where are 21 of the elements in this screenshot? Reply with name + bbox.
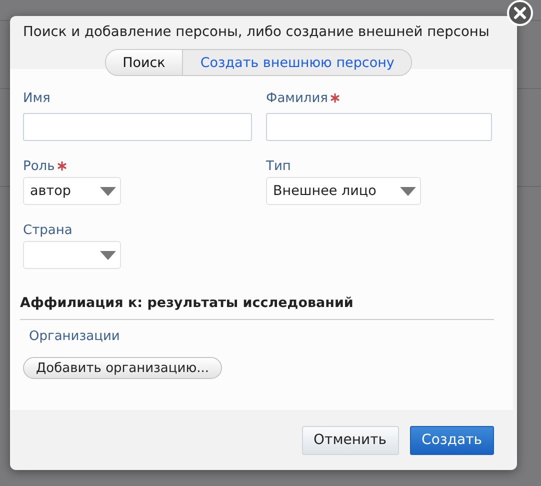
field-label: Тип	[266, 158, 291, 174]
caret-icon	[100, 250, 116, 260]
field-label: Страна	[23, 222, 72, 238]
asterisk-icon	[56, 161, 67, 171]
organizations-link[interactable]: Организации	[29, 329, 494, 344]
field-label: Роль	[23, 158, 55, 174]
dropdown[interactable]: Внешнее лицо	[266, 177, 421, 205]
input-field[interactable]	[23, 113, 252, 141]
field-label: Имя	[23, 90, 50, 106]
dialog-title: Поиск и добавление персоны, либо создание внешней персоны	[22, 23, 490, 42]
input-field[interactable]	[266, 113, 492, 141]
close-icon[interactable]	[507, 0, 533, 26]
field-label: Фамилия	[266, 90, 328, 106]
dropdown[interactable]	[23, 241, 121, 269]
section-heading: Аффилиация к: результаты исследований	[20, 295, 494, 320]
add-organization-button[interactable]: Добавить организацию...	[23, 357, 222, 379]
dropdown[interactable]: автор	[23, 177, 121, 205]
asterisk-icon	[330, 93, 340, 103]
cancel-button[interactable]: Отменить	[302, 426, 399, 454]
tab[interactable]: Поиск	[106, 50, 184, 75]
create-button[interactable]: Создать	[410, 426, 494, 454]
